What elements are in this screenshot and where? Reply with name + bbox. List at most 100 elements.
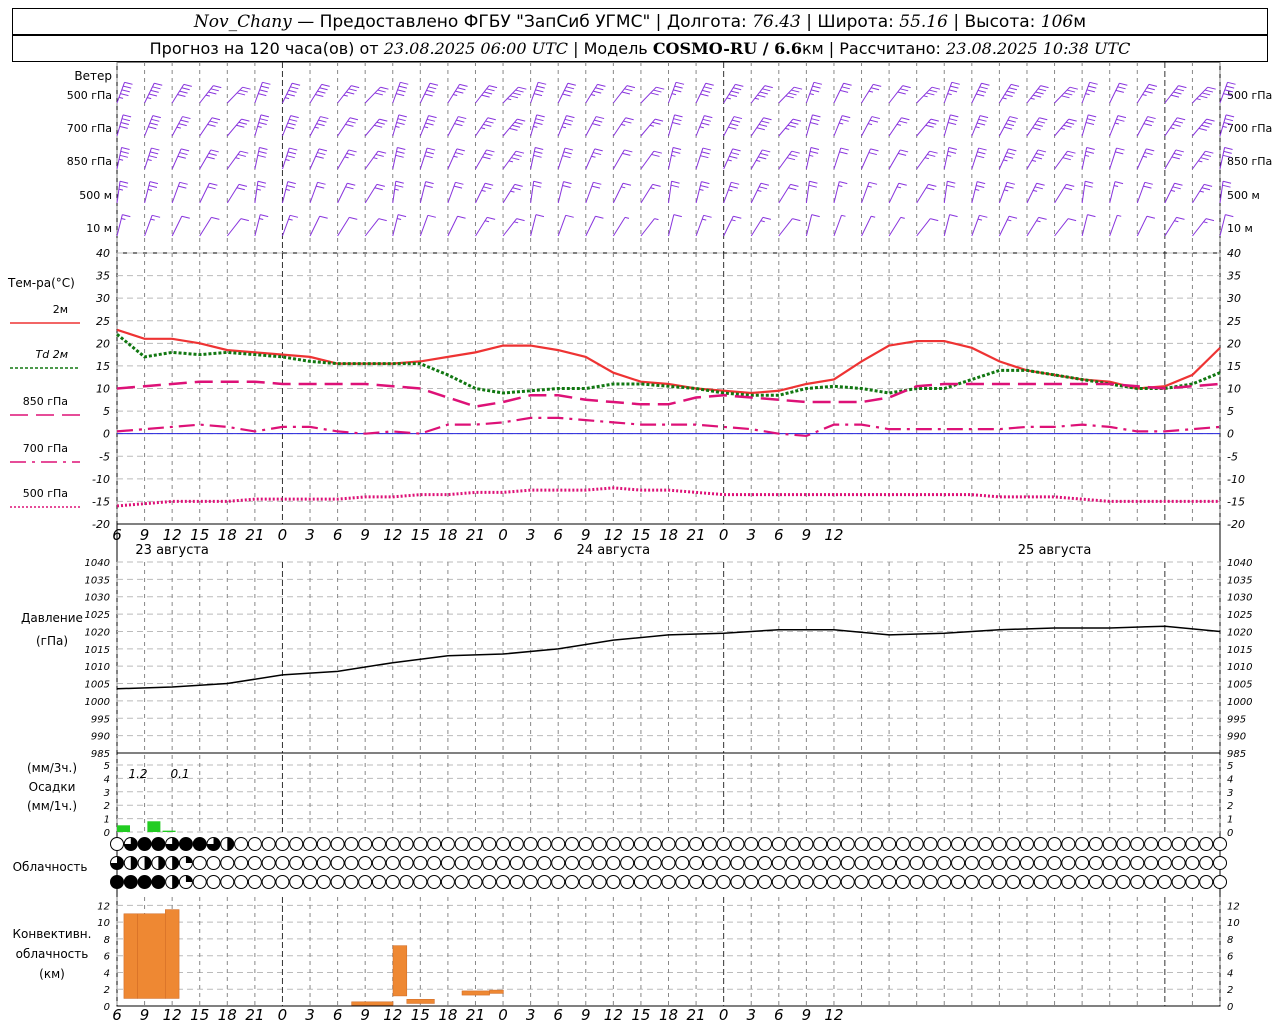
wind-barb-feather [483,186,492,190]
cloud-symbol-outline [358,837,373,851]
cloud-symbol [647,875,662,889]
wind-barb-feather [428,86,437,90]
wind-barb-feather [488,85,498,89]
cloud-title: Облачность [13,860,88,874]
wind-barb-staff [419,83,431,104]
wind-barb-staff [888,85,904,104]
wind-barb [833,181,848,204]
wind-barb-feather [1039,117,1048,121]
temp-tick-label: 20 [96,337,110,350]
time-tick-label-bottom: 9 [581,1006,591,1024]
wind-barb-feather [1006,181,1016,185]
wind-barb-feather [1119,82,1128,86]
wind-barb [888,117,910,137]
wind-level-label: 10 м [1227,222,1253,235]
wind-barb-staff [419,147,428,170]
cloud-symbol [1033,837,1048,851]
wind-barb-feather [317,152,326,156]
wind-barb-feather [562,185,571,189]
cloud-symbol-outline [964,875,979,889]
wind-barb-staff [226,218,242,237]
wind-barb-staff [861,84,874,104]
wind-barb-feather [653,150,662,154]
time-tick-label: 0 [498,526,508,544]
wind-barb-feather [947,154,952,157]
wind-barb-feather [514,221,519,224]
wind-barb-feather [1144,181,1153,185]
cloud-symbol-outline [675,875,690,889]
wind-level-label: 500 м [79,189,112,202]
wind-barb-staff [557,115,567,137]
wind-barb-feather [651,153,660,157]
wind-barb-staff [723,116,735,137]
wind-barb-feather [237,153,247,157]
conv-title: Конвективн. [13,927,92,941]
wind-barb-feather [705,82,714,86]
cloud-symbol [496,837,511,851]
time-tick-label-bottom: 21 [245,1006,264,1024]
cloud-symbol-outline [1047,856,1062,870]
wind-barb [695,147,711,170]
wind-barb-staff [998,148,1009,170]
cloud-symbol-outline [1130,837,1145,851]
wind-barb [1192,183,1213,204]
cloud-symbol [344,856,359,870]
cloud-symbol [165,837,180,851]
wind-barb-feather [593,90,602,94]
wind-barb-feather [1145,119,1154,123]
cloud-symbol-outline [923,837,938,851]
wind-barb-feather [787,124,796,128]
wind-barb [1081,114,1097,137]
wind-barb-feather [809,150,819,154]
wind-barb-feather [673,214,682,218]
wind-barb-feather [1117,115,1127,119]
wind-barb [1026,182,1045,204]
wind-barb [888,149,909,170]
wind-barb-feather [764,85,773,89]
wind-barb-feather [457,87,466,91]
pressure-tick-label: 1015 [85,645,110,656]
wind-barb-staff [282,83,293,104]
time-tick-label-bottom: 15 [190,1006,209,1024]
cloud-symbol [895,837,910,851]
wind-barb-feather [840,118,849,122]
wind-barb-feather [673,118,682,122]
wind-barb-feather [979,214,988,218]
wind-barb-feather [754,97,760,100]
time-tick-label-bottom: 6 [112,1006,122,1024]
wind-barb-feather [1174,220,1179,223]
cloud-symbol-outline [606,875,621,889]
wind-barb-staff [337,217,350,237]
wind-barb-staff [281,115,292,137]
wind-barb-feather [756,159,761,162]
cloud-symbol [675,875,690,889]
wind-barb-staff [998,84,1012,104]
wind-barb [364,86,389,104]
wind-barb-feather [1089,81,1098,85]
wind-barb [392,81,409,104]
wind-level-label: 500 гПа [1227,89,1272,102]
wind-barb-feather [978,147,987,151]
wind-barb-feather [151,118,160,122]
wind-barb-staff [364,86,381,104]
cloud-symbol [785,837,800,851]
cloud-symbol-outline [454,837,469,851]
cloud-symbol [937,837,952,851]
cloud-symbol [1185,856,1200,870]
temp-tick-label: 10 [96,383,110,396]
precip-3h-total: 0.1 [170,767,189,781]
wind-barb-feather [761,120,770,124]
cloud-symbol [1102,837,1117,851]
conv-tick-label: 4 [1227,968,1233,979]
cloud-symbol-outline [758,875,773,889]
cloud-symbol-outline [592,837,607,851]
wind-barb-staff [612,217,626,237]
cloud-symbol [1019,856,1034,870]
wind-barb-feather [148,155,158,159]
wind-barb-feather [235,157,240,160]
cloud-symbol [358,856,373,870]
wind-barb-feather [485,120,494,124]
wind-barb [1054,150,1076,170]
time-tick-label-bottom: 0 [719,1006,729,1024]
wind-barb-feather [977,218,983,221]
